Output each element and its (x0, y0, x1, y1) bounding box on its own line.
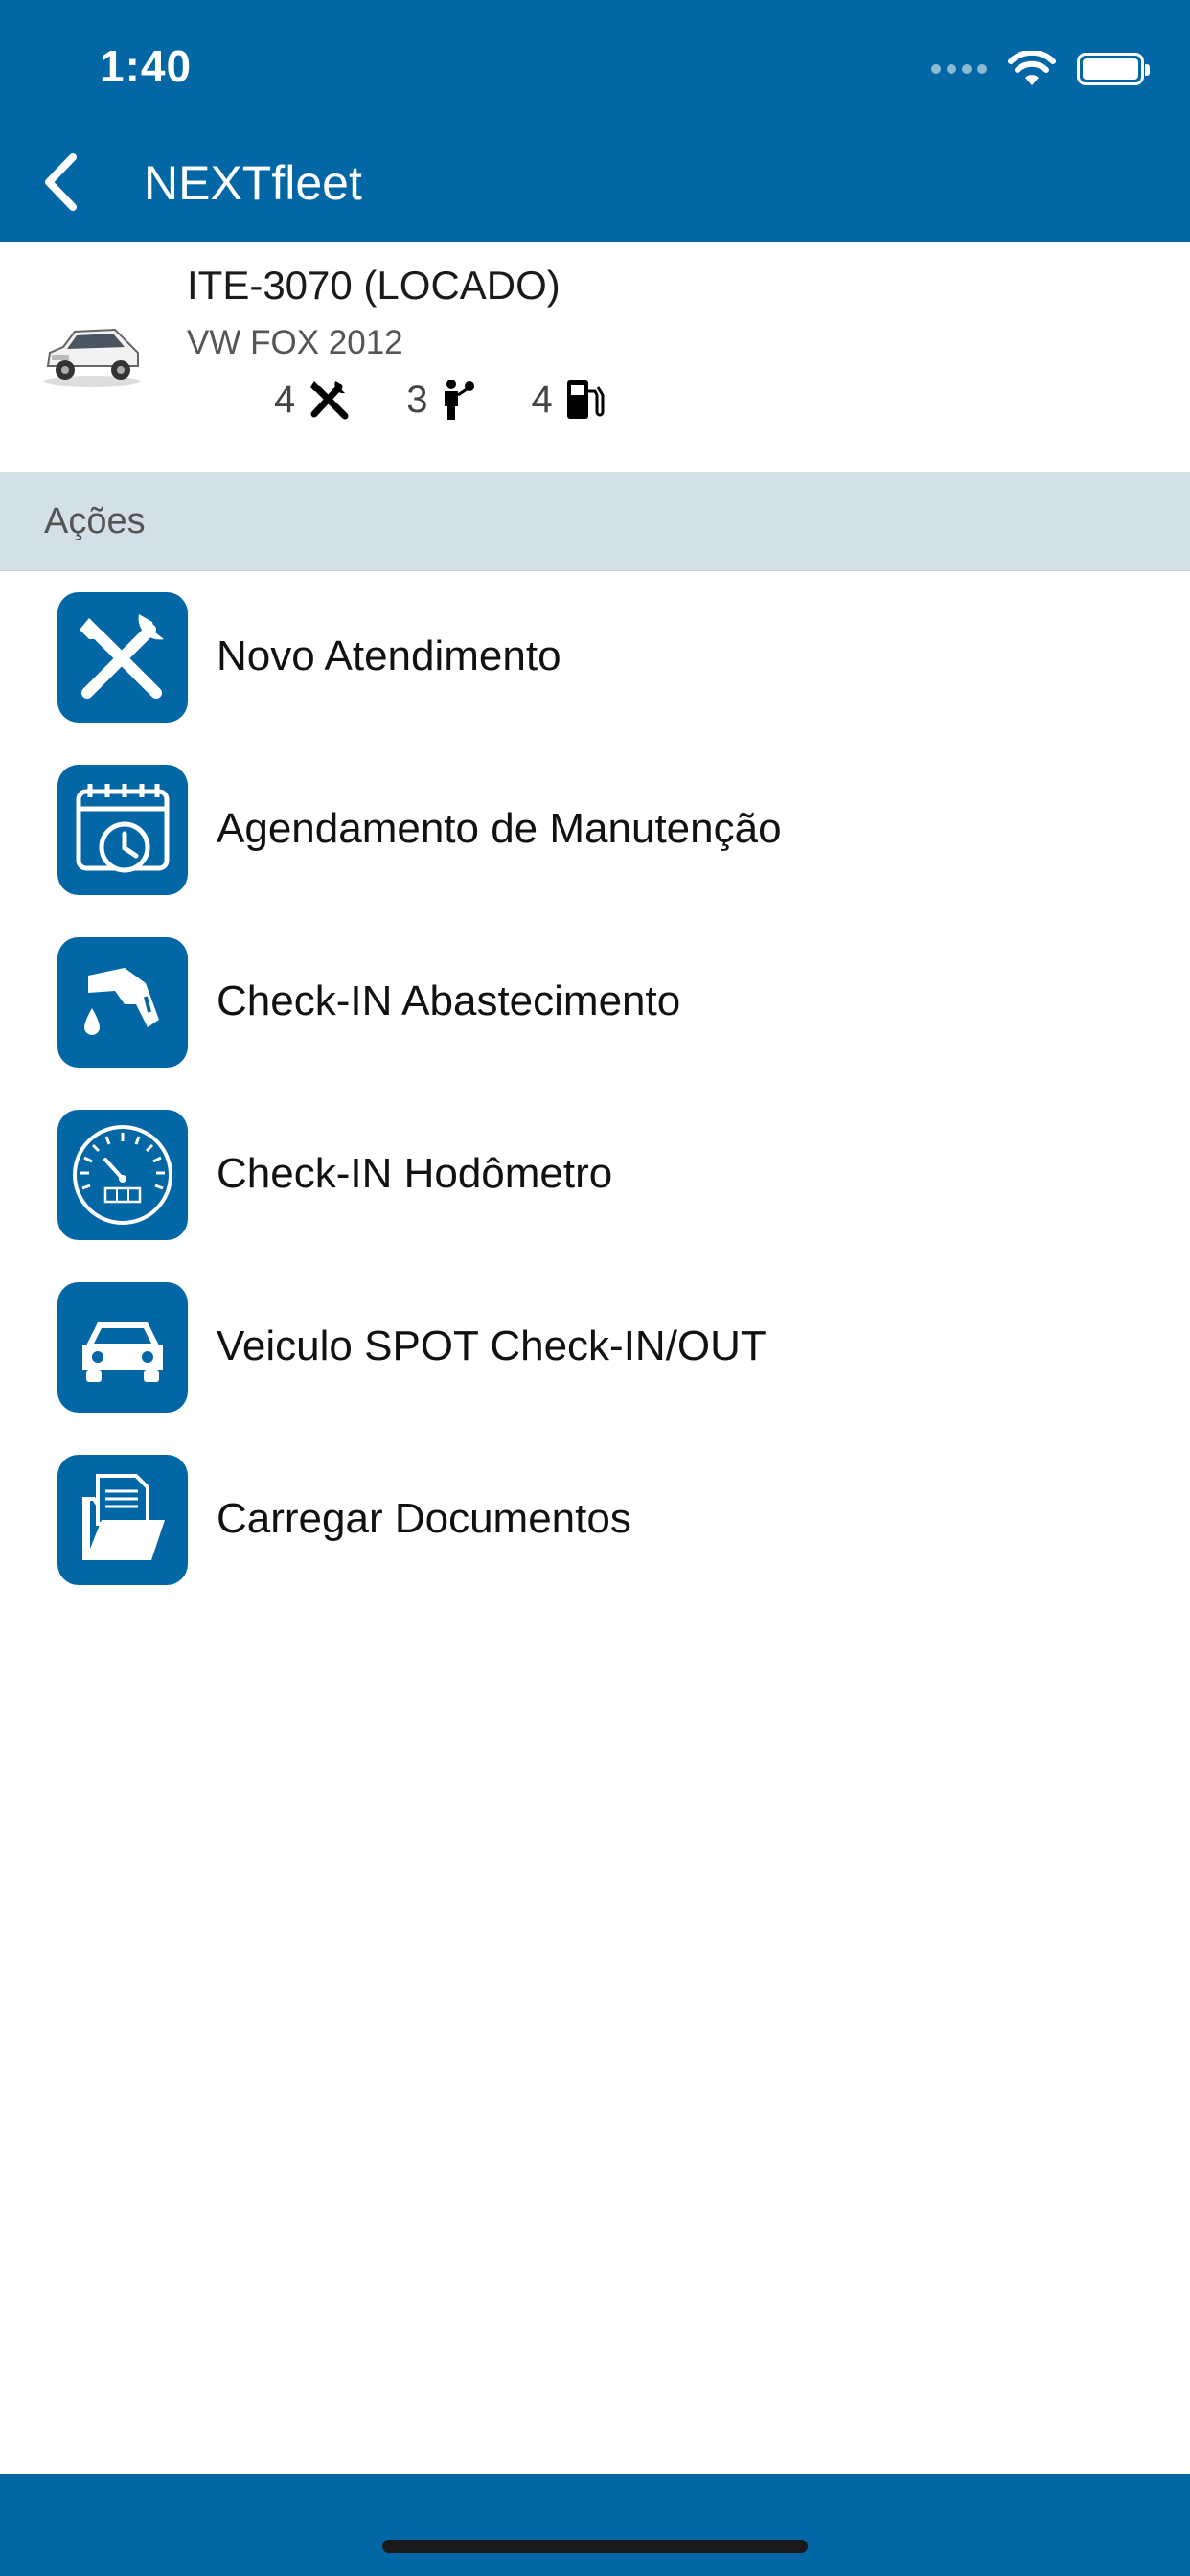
status-time: 1:40 (100, 41, 193, 91)
navigation-bar: 1:40 NEXTfleet (0, 0, 1190, 242)
action-checkin-hodometro[interactable]: Check-IN Hodômetro (0, 1089, 1190, 1261)
vehicle-stats: 4 3 4 (274, 378, 660, 422)
attendant-count-value: 3 (406, 378, 428, 421)
tools-icon (57, 592, 188, 723)
action-label: Agendamento de Manutenção (217, 805, 782, 852)
action-label: Veiculo SPOT Check-IN/OUT (217, 1322, 767, 1369)
action-agendamento-manutencao[interactable]: Agendamento de Manutenção (0, 744, 1190, 916)
car-icon (57, 1282, 188, 1413)
page-title: NEXTfleet (144, 156, 362, 210)
vehicle-model: VW FOX 2012 (187, 324, 403, 361)
back-button[interactable] (27, 144, 94, 220)
action-checkin-abastecimento[interactable]: Check-IN Abastecimento (0, 916, 1190, 1089)
attendant-icon (444, 380, 474, 420)
maintenance-count-value: 4 (274, 378, 296, 421)
documents-folder-icon (57, 1455, 188, 1585)
fuel-nozzle-icon (57, 937, 188, 1068)
section-header: Ações (0, 472, 1190, 571)
action-novo-atendimento[interactable]: Novo Atendimento (0, 571, 1190, 744)
action-carregar-documentos[interactable]: Carregar Documentos (0, 1434, 1190, 1606)
maintenance-count: 4 (274, 378, 351, 422)
action-label: Check-IN Abastecimento (217, 978, 681, 1024)
action-label: Check-IN Hodômetro (217, 1150, 613, 1197)
action-label: Carregar Documentos (217, 1495, 631, 1542)
vehicle-card: ITE-3070 (LOCADO) VW FOX 2012 4 3 4 (0, 242, 1190, 472)
cellular-signal-icon (931, 64, 987, 74)
vehicle-plate: ITE-3070 (LOCADO) (187, 263, 561, 308)
chevron-left-icon (45, 153, 77, 211)
battery-icon (1077, 53, 1150, 85)
fuel-count-value: 4 (531, 378, 553, 421)
fuel-count: 4 (532, 378, 605, 422)
vehicle-photo (44, 328, 140, 387)
calendar-clock-icon (57, 765, 188, 895)
bottom-bar (0, 2474, 1190, 2576)
fuel-pump-icon (566, 380, 605, 419)
action-label: Novo Atendimento (217, 632, 561, 679)
odometer-icon (57, 1110, 188, 1240)
tools-icon (310, 381, 349, 420)
status-indicators (931, 50, 1150, 88)
action-veiculo-spot[interactable]: Veiculo SPOT Check-IN/OUT (0, 1261, 1190, 1434)
wifi-icon (1008, 51, 1056, 85)
home-indicator[interactable] (382, 2540, 808, 2553)
section-title: Ações (44, 501, 146, 541)
attendant-count: 3 (406, 378, 475, 422)
